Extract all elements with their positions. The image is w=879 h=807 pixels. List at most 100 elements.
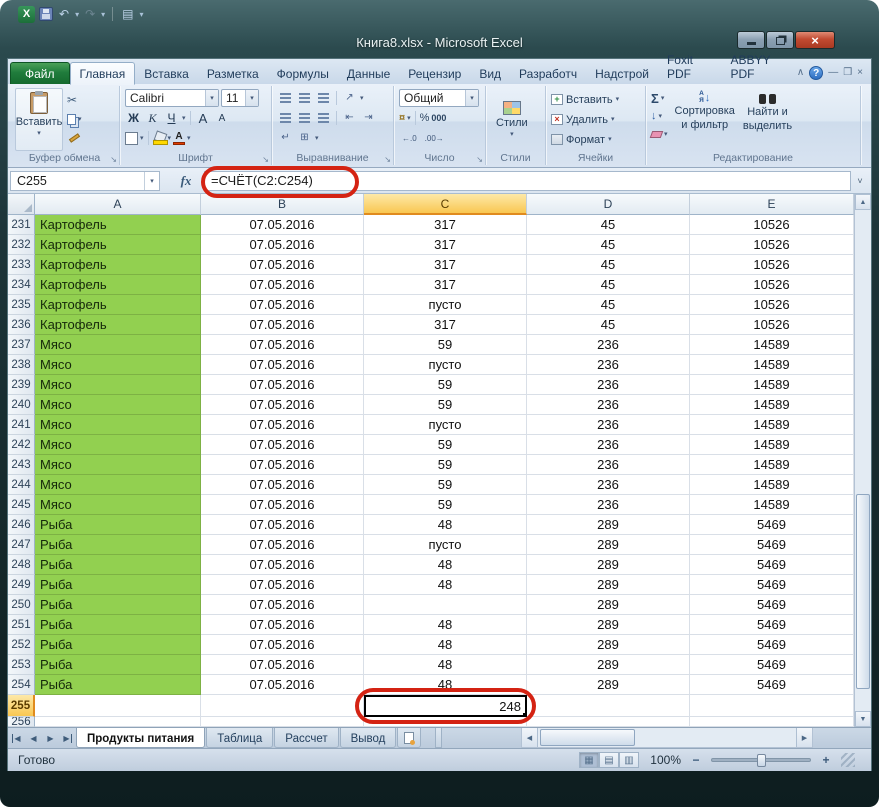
cell-A240[interactable]: Мясо (35, 395, 201, 415)
cell-E255[interactable] (690, 695, 854, 717)
row-header-254[interactable]: 254 (8, 675, 35, 695)
cell-A248[interactable]: Рыба (35, 555, 201, 575)
cell-E242[interactable]: 14589 (690, 435, 854, 455)
insert-worksheet-button[interactable] (397, 728, 421, 748)
cell-B256[interactable] (201, 717, 364, 727)
cell-C238[interactable]: пусто (364, 355, 527, 375)
cell-A249[interactable]: Рыба (35, 575, 201, 595)
number-format-combo[interactable]: Общий ▾ (399, 89, 479, 107)
cell-B232[interactable]: 07.05.2016 (201, 235, 364, 255)
cell-A255[interactable] (35, 695, 201, 717)
currency-icon[interactable]: ¤ (399, 112, 405, 124)
tab-Главная[interactable]: Главная (70, 62, 136, 85)
cell-E241[interactable]: 14589 (690, 415, 854, 435)
workbook-minimize-icon[interactable]: — (828, 68, 838, 78)
cell-E253[interactable]: 5469 (690, 655, 854, 675)
next-sheet-icon[interactable]: ▶ (42, 728, 59, 748)
cell-B251[interactable]: 07.05.2016 (201, 615, 364, 635)
cell-A247[interactable]: Рыба (35, 535, 201, 555)
cell-C240[interactable]: 59 (364, 395, 527, 415)
row-header-241[interactable]: 241 (8, 415, 35, 435)
cell-E237[interactable]: 14589 (690, 335, 854, 355)
cell-D253[interactable]: 289 (527, 655, 690, 675)
cell-B249[interactable]: 07.05.2016 (201, 575, 364, 595)
cell-A250[interactable]: Рыба (35, 595, 201, 615)
format-painter-button[interactable] (67, 130, 82, 146)
sheet-tab-Продукты питания[interactable]: Продукты питания (76, 728, 205, 748)
number-dialog-launcher-icon[interactable]: ↘ (476, 155, 483, 164)
cell-E235[interactable]: 10526 (690, 295, 854, 315)
delete-cells-button[interactable]: × Удалить ▾ (551, 110, 640, 129)
cell-B238[interactable]: 07.05.2016 (201, 355, 364, 375)
grow-font-button[interactable]: А (195, 110, 212, 127)
select-all-corner[interactable] (8, 194, 35, 215)
cell-D233[interactable]: 45 (527, 255, 690, 275)
cell-D243[interactable]: 236 (527, 455, 690, 475)
redo-icon[interactable]: ↷ (83, 7, 97, 21)
cell-D231[interactable]: 45 (527, 215, 690, 235)
cell-C242[interactable]: 59 (364, 435, 527, 455)
workbook-close-icon[interactable]: × (857, 68, 863, 78)
undo-dropdown-icon[interactable]: ▾ (75, 10, 79, 19)
scroll-right-icon[interactable]: ▶ (796, 728, 812, 747)
font-size-combo[interactable]: 11 ▾ (221, 89, 259, 107)
cell-B248[interactable]: 07.05.2016 (201, 555, 364, 575)
scroll-up-icon[interactable]: ▲ (855, 194, 871, 210)
row-header-251[interactable]: 251 (8, 615, 35, 635)
resize-grip[interactable] (841, 753, 855, 767)
cell-E252[interactable]: 5469 (690, 635, 854, 655)
cell-A239[interactable]: Мясо (35, 375, 201, 395)
cell-C241[interactable]: пусто (364, 415, 527, 435)
borders-icon[interactable] (125, 132, 138, 145)
cell-C246[interactable]: 48 (364, 515, 527, 535)
increase-decimal-icon[interactable]: ←.0 (399, 132, 420, 145)
scroll-down-icon[interactable]: ▼ (855, 711, 871, 727)
cell-E256[interactable] (690, 717, 854, 727)
cell-B237[interactable]: 07.05.2016 (201, 335, 364, 355)
tab-Вставка[interactable]: Вставка (135, 63, 198, 84)
cell-D242[interactable]: 236 (527, 435, 690, 455)
save-icon[interactable] (39, 7, 53, 21)
styles-button[interactable]: Стили ▾ (491, 88, 533, 151)
orientation-icon[interactable]: ↗ (341, 91, 358, 106)
horizontal-scroll-track[interactable] (538, 728, 796, 747)
tab-Формулы[interactable]: Формулы (268, 63, 338, 84)
borders-dropdown-icon[interactable]: ▾ (140, 135, 144, 142)
tab-Рецензир[interactable]: Рецензир (399, 63, 470, 84)
cell-A234[interactable]: Картофель (35, 275, 201, 295)
cell-E251[interactable]: 5469 (690, 615, 854, 635)
last-sheet-icon[interactable]: ▶ (59, 728, 76, 748)
cell-C244[interactable]: 59 (364, 475, 527, 495)
row-header-255[interactable]: 255 (8, 695, 35, 717)
cell-D241[interactable]: 236 (527, 415, 690, 435)
cell-D234[interactable]: 45 (527, 275, 690, 295)
cell-D254[interactable]: 289 (527, 675, 690, 695)
zoom-level[interactable]: 100% (647, 753, 681, 767)
collapse-ribbon-icon[interactable]: ∧ (797, 68, 804, 78)
column-header-E[interactable]: E (690, 194, 854, 215)
cell-B239[interactable]: 07.05.2016 (201, 375, 364, 395)
wrap-text-icon[interactable]: ↵ (277, 131, 294, 146)
cell-A231[interactable]: Картофель (35, 215, 201, 235)
horizontal-scroll-thumb[interactable] (540, 729, 635, 746)
cell-E236[interactable]: 10526 (690, 315, 854, 335)
qat-extra-dropdown-icon[interactable]: ▾ (140, 10, 144, 19)
tab-Надстрой[interactable]: Надстрой (586, 63, 658, 84)
sort-filter-button[interactable]: АЯ↓ Сортировка и фильтр (671, 88, 739, 151)
cell-A251[interactable]: Рыба (35, 615, 201, 635)
cell-B240[interactable]: 07.05.2016 (201, 395, 364, 415)
fill-color-dropdown-icon[interactable]: ▾ (168, 135, 172, 142)
cell-B231[interactable]: 07.05.2016 (201, 215, 364, 235)
qat-customize-icon[interactable]: ▾ (101, 10, 105, 19)
zoom-in-button[interactable]: + (819, 753, 833, 767)
cell-D252[interactable]: 289 (527, 635, 690, 655)
cell-D238[interactable]: 236 (527, 355, 690, 375)
cell-B250[interactable]: 07.05.2016 (201, 595, 364, 615)
row-header-239[interactable]: 239 (8, 375, 35, 395)
cell-D239[interactable]: 236 (527, 375, 690, 395)
fill-color-icon[interactable] (153, 132, 166, 145)
cell-A242[interactable]: Мясо (35, 435, 201, 455)
view-page-layout-icon[interactable]: ▤ (599, 752, 619, 768)
cell-E249[interactable]: 5469 (690, 575, 854, 595)
font-dialog-launcher-icon[interactable]: ↘ (262, 155, 269, 164)
